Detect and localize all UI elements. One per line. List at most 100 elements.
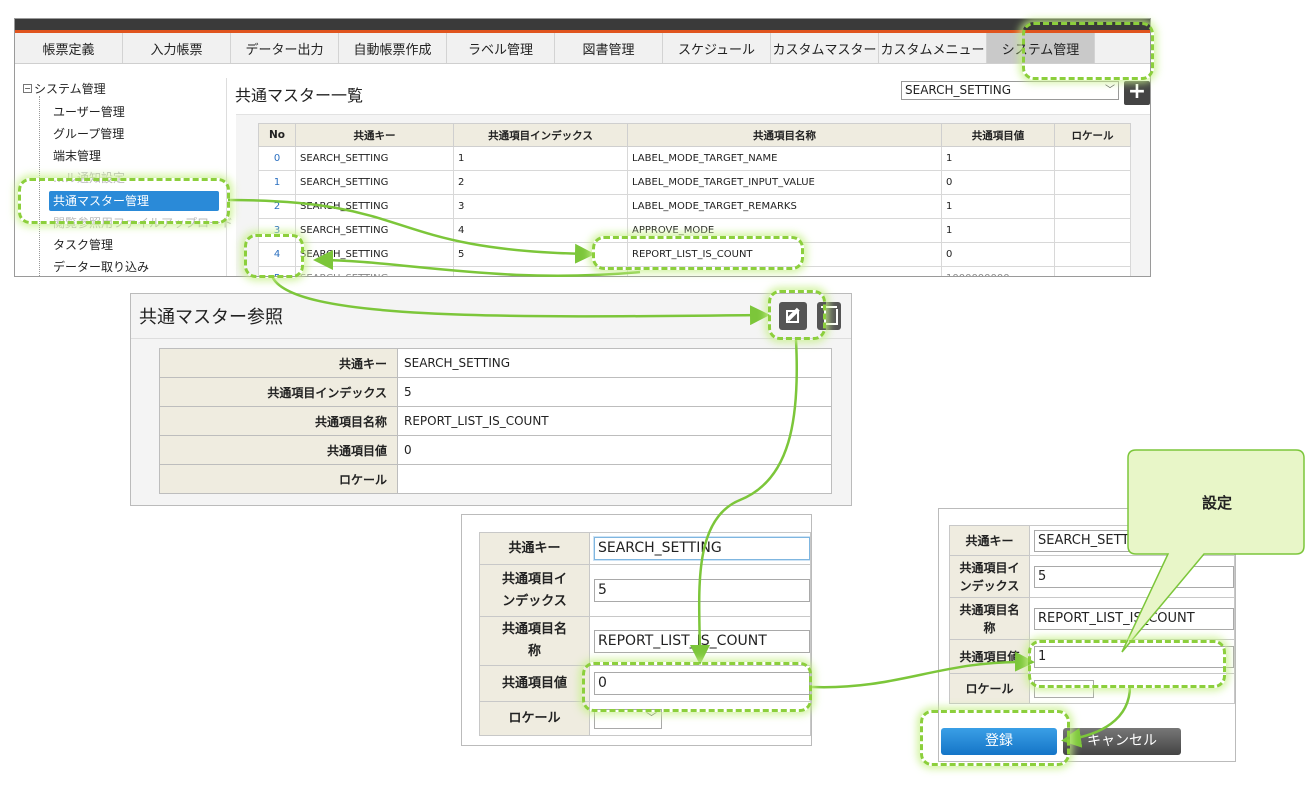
table-row[interactable]: 0 SEARCH_SETTING 1 LABEL_MODE_TARGET_NAM…	[258, 146, 1131, 171]
name-input[interactable]: REPORT_LIST_IS_COUNT	[1034, 607, 1234, 630]
nav-data-output[interactable]: データー出力	[231, 33, 339, 63]
delete-button[interactable]	[817, 302, 841, 330]
locale-select[interactable]	[1034, 679, 1094, 698]
nav-custom-master[interactable]: カスタムマスター	[771, 33, 879, 63]
page-title: 共通マスター一覧	[235, 86, 364, 105]
register-button[interactable]: 登録	[941, 728, 1057, 755]
table-row[interactable]: 3 SEARCH_SETTING 4 APPROVE_MODE 1	[258, 218, 1131, 243]
ref-value: 5	[397, 377, 832, 407]
cell-name: REPORT_LIST_IS_COUNT	[627, 242, 942, 267]
main-window: 帳票定義 入力帳票 データー出力 自動帳票作成 ラベル管理 図書管理 スケジュー…	[14, 18, 1151, 277]
cell-index	[453, 266, 628, 276]
cell-key: SEARCH_SETTING	[295, 218, 454, 243]
ref-label: ロケール	[159, 464, 398, 494]
nav-label-management[interactable]: ラベル管理	[447, 33, 555, 63]
form-row: 共通項目イ ンデックス 5	[949, 555, 1235, 598]
sidebar-root-label: システム管理	[34, 82, 106, 96]
cell-name: APPROVE_MODE	[627, 218, 942, 243]
sidebar-item-file-upload[interactable]: 閲覧参照用ファイルアップロード	[49, 213, 237, 233]
edit-form: 共通キー SEARCH_SETTING 共通項目イ ンデックス 5 共通項目名 …	[461, 514, 812, 746]
col-index: 共通項目インデックス	[453, 123, 628, 147]
plus-icon: +	[1127, 79, 1147, 104]
reference-table: 共通キー SEARCH_SETTING 共通項目インデックス 5 共通項目名称 REP…	[159, 348, 832, 494]
sidebar-root[interactable]: − システム管理	[23, 80, 106, 97]
cell-key: SEARCH_SETTING	[295, 146, 454, 171]
ref-label: 共通項目名称	[159, 406, 398, 436]
nav-custom-menu[interactable]: カスタムメニュー	[879, 33, 987, 63]
col-locale: ロケール	[1054, 123, 1131, 147]
divider	[131, 338, 851, 339]
name-input[interactable]: REPORT_LIST_IS_COUNT	[594, 629, 810, 653]
master-key-select[interactable]: SEARCH_SETTING ﹀	[901, 81, 1119, 100]
tree-line	[39, 96, 40, 276]
sidebar-item-common-master[interactable]: 共通マスター管理	[49, 191, 219, 211]
master-table: No 共通キー 共通項目インデックス 共通項目名称 共通項目値 ロケール 0 S…	[258, 123, 1131, 276]
nav-input-report[interactable]: 入力帳票	[123, 33, 231, 63]
nav-auto-report[interactable]: 自動帳票作成	[339, 33, 447, 63]
field-label: 共通項目値	[949, 639, 1030, 674]
cell-value: 1	[941, 146, 1055, 171]
reference-row: 共通項目インデックス 5	[159, 377, 832, 407]
callout-label: 設定	[1201, 494, 1232, 512]
row-no-link[interactable]: 1	[258, 170, 296, 195]
row-no-link[interactable]: 0	[258, 146, 296, 171]
form-row: 共通項目値 1	[949, 639, 1235, 674]
cell-key: SEARCH_SETTING	[295, 266, 454, 276]
common-key-input[interactable]: SEARCH_SETTING	[594, 537, 810, 560]
locale-select[interactable]	[594, 708, 662, 729]
common-key-input[interactable]: SEARCH_SETTING	[1034, 529, 1234, 552]
field-label: ロケール	[949, 673, 1030, 704]
index-input[interactable]: 5	[1034, 565, 1234, 588]
add-button[interactable]: +	[1124, 81, 1150, 105]
cell-key: SEARCH_SETTING	[295, 194, 454, 219]
table-row[interactable]: 2 SEARCH_SETTING 3 LABEL_MODE_TARGET_REM…	[258, 194, 1131, 219]
value-input[interactable]: 1	[1034, 645, 1234, 668]
form-row: 共通キー SEARCH_SETTING	[479, 532, 811, 565]
nav-schedule[interactable]: スケジュール	[663, 33, 771, 63]
index-input[interactable]: 5	[594, 579, 810, 602]
sidebar-item-users[interactable]: ユーザー管理	[49, 102, 129, 122]
cell-index: 4	[453, 218, 628, 243]
cell-name: LABEL_MODE_TARGET_NAME	[627, 146, 942, 171]
value-input[interactable]: 0	[594, 672, 810, 695]
row-no-link[interactable]: 3	[258, 218, 296, 243]
sidebar-item-data-import[interactable]: データー取り込み	[49, 257, 153, 276]
table-row[interactable]: 1 SEARCH_SETTING 2 LABEL_MODE_TARGET_INP…	[258, 170, 1131, 195]
row-no-link[interactable]: 4	[258, 242, 296, 267]
sidebar-item-devices[interactable]: 端末管理	[49, 146, 105, 166]
sidebar-item-groups[interactable]: グループ管理	[49, 124, 128, 144]
row-no-link[interactable]: 2	[258, 194, 296, 219]
sidebar-item-tasks[interactable]: タスク管理	[49, 235, 117, 255]
edit-button[interactable]	[779, 302, 807, 330]
form-row: ロケール	[949, 673, 1235, 704]
sidebar-item-mail-notify[interactable]: …ル通知設定	[49, 168, 129, 188]
cell-index: 3	[453, 194, 628, 219]
ref-value	[397, 464, 832, 494]
cell-index: 1	[453, 146, 628, 171]
nav-report-definition[interactable]: 帳票定義	[15, 33, 123, 63]
set-form-table: 共通キー SEARCH_SETTING 共通項目イ ンデックス 5 共通項目名 …	[949, 525, 1235, 704]
form-row: 共通項目名 称 REPORT_LIST_IS_COUNT	[479, 616, 811, 666]
cell-name: LABEL_MODE_TARGET_INPUT_VALUE	[627, 170, 942, 195]
row-no-link[interactable]: 5	[258, 266, 296, 276]
reference-title: 共通マスター参照	[139, 307, 283, 328]
chevron-down-icon: ﹀	[1105, 85, 1115, 96]
edit-form-table: 共通キー SEARCH_SETTING 共通項目イ ンデックス 5 共通項目名 …	[479, 532, 811, 736]
cancel-button[interactable]: キャンセル	[1063, 728, 1181, 755]
cell-name	[627, 266, 942, 276]
cell-value: 1	[941, 218, 1055, 243]
tree-collapse-icon[interactable]: −	[23, 84, 32, 93]
cell-name: LABEL_MODE_TARGET_REMARKS	[627, 194, 942, 219]
table-row[interactable]: 5 SEARCH_SETTING 1000000000	[258, 266, 1131, 276]
table-header-row: No 共通キー 共通項目インデックス 共通項目名称 共通項目値 ロケール	[258, 123, 1131, 147]
field-label: 共通項目イ ンデックス	[949, 555, 1030, 598]
table-row[interactable]: 4 SEARCH_SETTING 5 REPORT_LIST_IS_COUNT …	[258, 242, 1131, 267]
ref-value: 0	[397, 435, 832, 465]
cell-value: 0	[941, 242, 1055, 267]
form-row: 共通キー SEARCH_SETTING	[949, 525, 1235, 556]
cell-value: 1	[941, 194, 1055, 219]
form-row: 共通項目名 称 REPORT_LIST_IS_COUNT	[949, 597, 1235, 640]
nav-system-management[interactable]: システム管理	[987, 33, 1095, 63]
nav-library-management[interactable]: 図書管理	[555, 33, 663, 63]
cell-locale	[1054, 194, 1131, 219]
